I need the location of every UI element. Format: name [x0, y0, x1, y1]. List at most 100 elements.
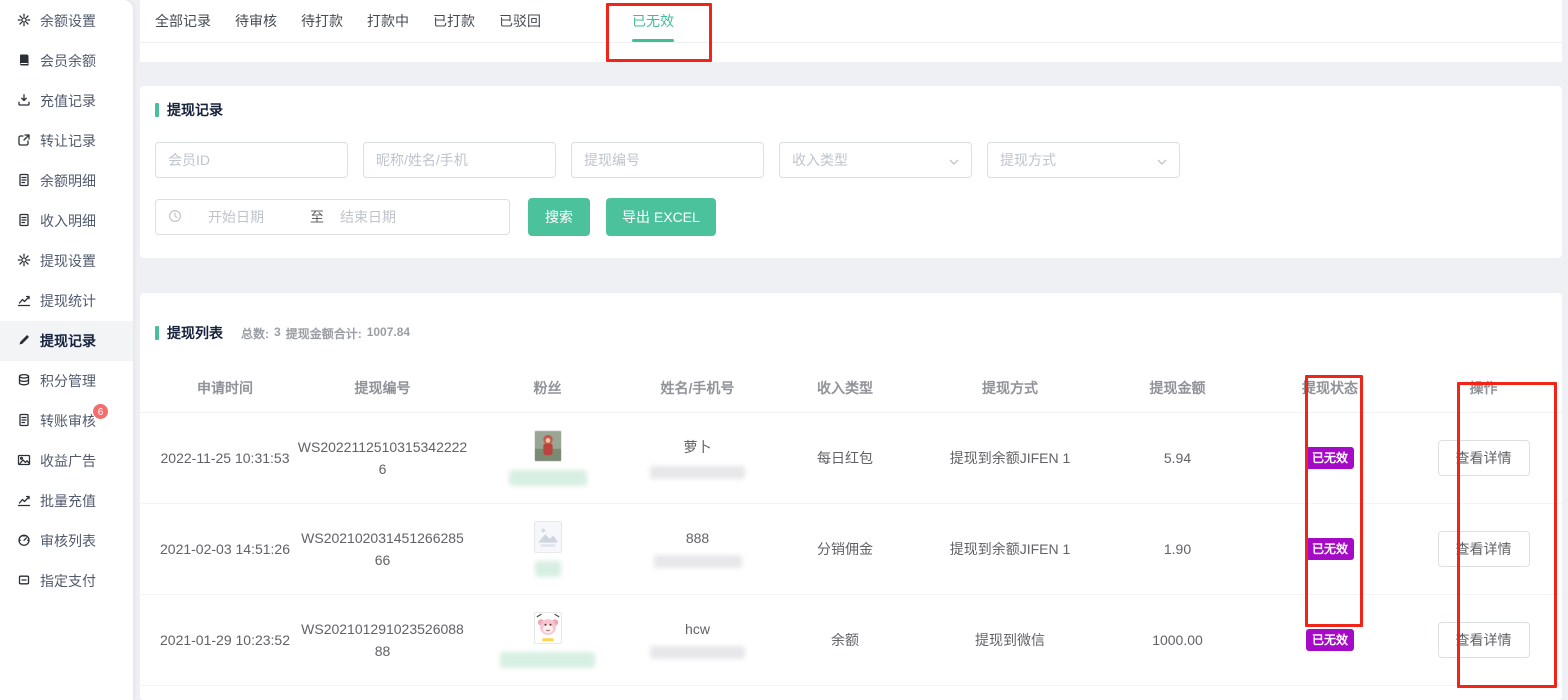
sidebar-item-points-management[interactable]: 积分管理 [0, 361, 133, 401]
tab-invalid[interactable]: 已无效 [632, 0, 674, 42]
sidebar-item-batch-recharge[interactable]: 批量充值 [0, 481, 133, 521]
withdraw-list-panel: 提现列表 总数: 3 提现金额合计: 1007.84 申请时间 提现编号 粉丝 … [140, 293, 1562, 700]
column-header-name-phone: 姓名/手机号 [625, 378, 770, 398]
gear-icon [17, 253, 31, 270]
total-label: 总数: [241, 325, 269, 342]
blurred-phone-number [650, 466, 745, 479]
sidebar-item-recharge-records[interactable]: 充值记录 [0, 81, 133, 121]
sidebar-item-member-balance[interactable]: 会员余额 [0, 41, 133, 81]
cell-status: 已无效 [1255, 629, 1405, 651]
sidebar-item-income-detail[interactable]: 收入明细 [0, 201, 133, 241]
column-header-action: 操作 [1405, 378, 1562, 398]
column-header-fan: 粉丝 [470, 378, 625, 398]
cell-fan [470, 612, 625, 668]
sidebar-item-withdraw-settings[interactable]: 提现设置 [0, 241, 133, 281]
nickname-placeholder: 昵称/姓名/手机 [376, 150, 468, 170]
amount-total-label: 提现金额合计: [286, 325, 362, 342]
blurred-fan-name [535, 561, 561, 577]
table-header-row: 申请时间 提现编号 粉丝 姓名/手机号 收入类型 提现方式 提现金额 提现状态 … [140, 363, 1562, 413]
view-detail-button[interactable]: 查看详情 [1438, 622, 1530, 658]
minus-square-icon [17, 573, 31, 590]
tab-pending-payment[interactable]: 待打款 [301, 0, 343, 42]
income-type-select[interactable]: 收入类型 [779, 142, 972, 178]
sidebar-item-label: 会员余额 [40, 51, 96, 71]
date-range-separator: 至 [310, 207, 324, 227]
sidebar-item-label: 提现设置 [40, 251, 96, 271]
tab-strip: 全部记录 待审核 待打款 打款中 已打款 已驳回 已无效 [140, 0, 1562, 43]
list-summary: 总数: 3 提现金额合计: 1007.84 [241, 325, 410, 342]
blurred-phone-number [654, 555, 742, 568]
table-row: 2021-02-03 14:51:26 WS202102031451266285… [140, 504, 1562, 595]
dashboard-icon [17, 533, 31, 550]
sidebar-item-label: 充值记录 [40, 91, 96, 111]
withdraw-method-select[interactable]: 提现方式 [987, 142, 1180, 178]
cell-apply-time: 2022-11-25 10:31:53 [155, 450, 295, 466]
sidebar-item-balance-detail[interactable]: 余额明细 [0, 161, 133, 201]
cell-amount: 1000.00 [1100, 632, 1255, 648]
sidebar-item-transfer-review[interactable]: 转账审核 6 [0, 401, 133, 441]
fan-avatar-broken-image [534, 521, 562, 553]
status-badge-invalid: 已无效 [1306, 538, 1354, 560]
line-chart-icon [17, 493, 31, 510]
sidebar-item-designated-payment[interactable]: 指定支付 [0, 561, 133, 601]
date-range-input[interactable]: 开始日期 至 结束日期 [155, 199, 510, 235]
document-icon [17, 173, 31, 190]
download-icon [17, 93, 31, 110]
sidebar-item-label: 转账审核 [40, 411, 96, 431]
cell-withdraw-method: 提现到余额JIFEN 1 [920, 539, 1100, 559]
status-badge-invalid: 已无效 [1306, 629, 1354, 651]
column-header-withdraw-method: 提现方式 [920, 378, 1100, 398]
external-link-icon [17, 133, 31, 150]
tab-paid[interactable]: 已打款 [433, 0, 475, 42]
tab-rejected[interactable]: 已驳回 [499, 0, 541, 42]
income-type-placeholder: 收入类型 [792, 150, 848, 170]
sidebar-item-withdraw-records[interactable]: 提现记录 [0, 321, 133, 361]
chevron-down-icon [1157, 152, 1167, 168]
list-panel-header: 提现列表 总数: 3 提现金额合计: 1007.84 [140, 323, 1562, 343]
sidebar-item-label: 余额明细 [40, 171, 96, 191]
cell-action: 查看详情 [1405, 531, 1562, 567]
withdraw-code-placeholder: 提现编号 [584, 150, 640, 170]
cell-fan [470, 430, 625, 486]
sidebar-item-label: 批量充值 [40, 491, 96, 511]
view-detail-button[interactable]: 查看详情 [1438, 440, 1530, 476]
nickname-name-phone-input[interactable]: 昵称/姓名/手机 [363, 142, 556, 178]
sidebar-item-review-list[interactable]: 审核列表 [0, 521, 133, 561]
export-excel-button[interactable]: 导出 EXCEL [606, 198, 716, 236]
table-row: 2021-01-29 10:23:52 WS202101291023526088… [140, 595, 1562, 686]
sidebar-item-label: 转让记录 [40, 131, 96, 151]
search-button[interactable]: 搜索 [528, 198, 590, 236]
tab-paying[interactable]: 打款中 [367, 0, 409, 42]
tab-all-records[interactable]: 全部记录 [155, 0, 211, 42]
status-tab-bar: 全部记录 待审核 待打款 打款中 已打款 已驳回 已无效 [140, 0, 1562, 62]
status-badge-invalid: 已无效 [1306, 447, 1354, 469]
withdraw-code-input[interactable]: 提现编号 [571, 142, 764, 178]
end-date-placeholder: 结束日期 [340, 207, 396, 227]
sidebar-item-label: 审核列表 [40, 531, 96, 551]
sidebar: 余额设置 会员余额 充值记录 转让记录 余额明细 收入明细 提现设置 提现统计 … [0, 0, 133, 700]
notification-count-badge: 6 [92, 403, 109, 420]
cell-income-type: 每日红包 [770, 448, 920, 468]
amount-total-value: 1007.84 [367, 325, 410, 342]
cell-amount: 1.90 [1100, 541, 1255, 557]
sidebar-item-balance-settings[interactable]: 余额设置 [0, 1, 133, 41]
gear-icon [17, 13, 31, 30]
sidebar-item-label: 提现统计 [40, 291, 96, 311]
cell-withdraw-method: 提现到余额JIFEN 1 [920, 448, 1100, 468]
member-id-input[interactable]: 会员ID [155, 142, 348, 178]
sidebar-item-withdraw-statistics[interactable]: 提现统计 [0, 281, 133, 321]
list-panel-title-text: 提现列表 [167, 323, 223, 343]
sidebar-item-revenue-ads[interactable]: 收益广告 [0, 441, 133, 481]
cell-income-type: 分销佣金 [770, 539, 920, 559]
fan-avatar-cartoon-monkey [534, 612, 562, 644]
view-detail-button[interactable]: 查看详情 [1438, 531, 1530, 567]
sidebar-item-transfer-records[interactable]: 转让记录 [0, 121, 133, 161]
fan-name: 萝卜 [625, 437, 770, 457]
blurred-fan-name [509, 470, 587, 486]
column-header-withdraw-code: 提现编号 [295, 378, 470, 398]
tab-pending-review[interactable]: 待审核 [235, 0, 277, 42]
book-icon [17, 53, 31, 70]
column-header-apply-time: 申请时间 [155, 378, 295, 398]
fan-name: hcw [625, 621, 770, 637]
green-bar [155, 103, 159, 117]
